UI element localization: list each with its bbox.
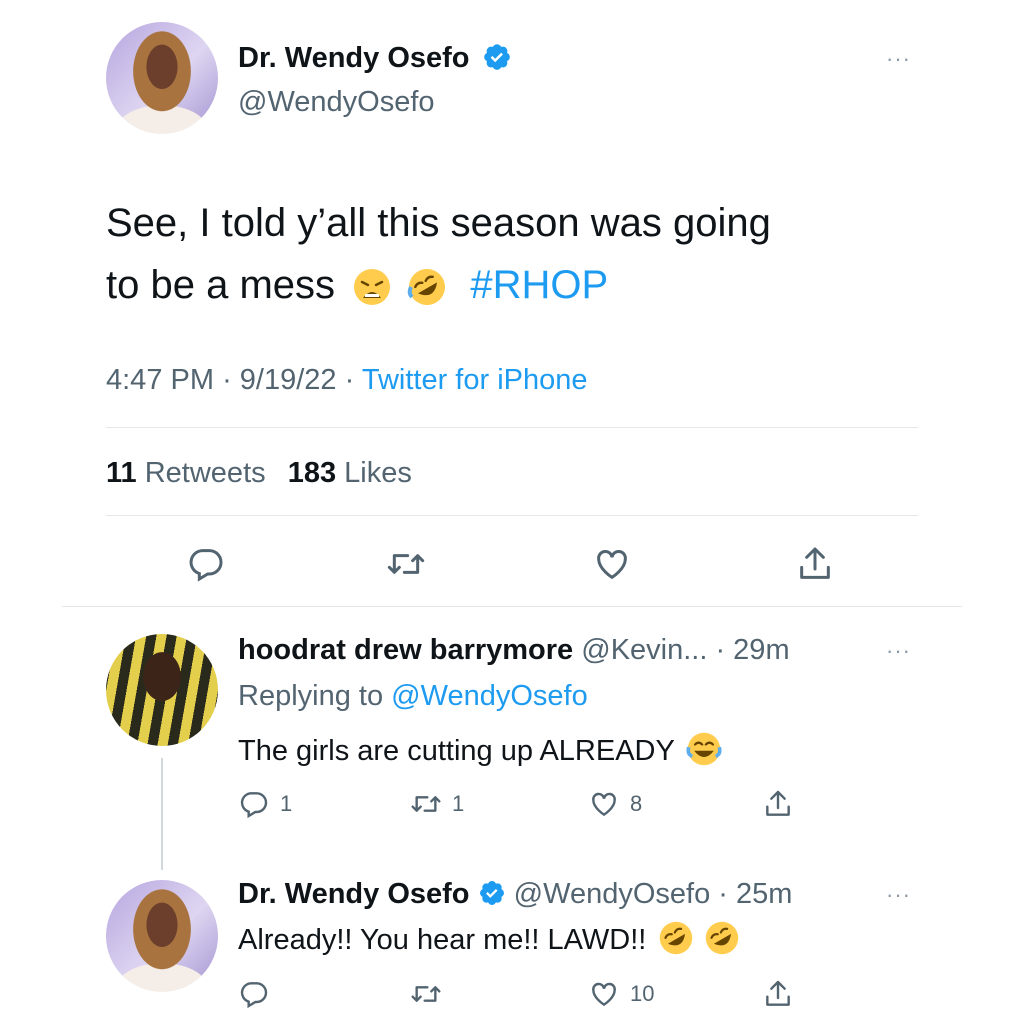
share-icon [766, 790, 790, 816]
reply-display-name[interactable]: Dr. Wendy Osefo [238, 878, 470, 910]
avatar[interactable] [106, 22, 218, 134]
retweet-button[interactable] [410, 978, 452, 1010]
weary-face-emoji [354, 269, 391, 306]
reply-text-content: The girls are cutting up ALREADY [238, 735, 675, 767]
reply-button[interactable]: 1 [238, 788, 292, 820]
like-icon [592, 982, 616, 1007]
more-icon[interactable]: ··· [886, 46, 911, 72]
reply-text: Already!! You hear me!! LAWD!! [238, 920, 740, 960]
tweet-text-line2: to be a mess #RHOP [106, 254, 926, 316]
retweet-icon [411, 796, 441, 812]
reply-text: The girls are cutting up ALREADY [238, 732, 722, 770]
rofl-emoji [408, 269, 446, 306]
tweet-text-line2-text: to be a mess [106, 263, 336, 307]
retweet-button[interactable]: 1 [410, 788, 464, 820]
retweets-count: 11 [106, 457, 137, 489]
like-icon [597, 550, 627, 580]
tweet-meta: 4:47 PM · 9/19/22 · Twitter for iPhone [106, 362, 588, 398]
meta-dot: · [222, 364, 232, 396]
avatar[interactable] [106, 634, 218, 746]
divider [106, 427, 918, 428]
retweets-stat[interactable]: 11 Retweets [106, 457, 266, 489]
reply-text-content: Already!! You hear me!! LAWD!! [238, 924, 647, 956]
like-button[interactable]: 8 [588, 788, 642, 820]
author-row: Dr. Wendy Osefo [238, 40, 512, 76]
tweet-date[interactable]: 9/19/22 [240, 364, 337, 396]
reply-button[interactable] [238, 978, 280, 1010]
likes-count: 183 [287, 457, 337, 489]
engagement-stats: 11 Retweets 183 Likes [106, 455, 412, 491]
reply-count: 1 [280, 791, 293, 816]
reply-icon [240, 982, 268, 1009]
share-button[interactable] [762, 788, 794, 820]
verified-badge-icon [479, 881, 504, 906]
reply-icon [189, 549, 223, 582]
display-name[interactable]: Dr. Wendy Osefo [238, 42, 470, 74]
like-icon [592, 792, 616, 817]
like-count: 10 [630, 981, 655, 1006]
like-button[interactable]: 10 [588, 978, 654, 1010]
hashtag-link[interactable]: #RHOP [470, 263, 608, 307]
tweet-source-link[interactable]: Twitter for iPhone [362, 364, 588, 396]
more-icon[interactable]: ··· [886, 638, 911, 664]
reply-handle[interactable]: @WendyOsefo [514, 878, 711, 910]
reply-button[interactable] [186, 544, 226, 584]
reply-icon [240, 792, 268, 819]
retweet-count: 1 [452, 791, 465, 816]
retweet-icon [387, 554, 425, 574]
like-count: 8 [630, 791, 643, 816]
divider [62, 606, 962, 607]
reply-time[interactable]: · 25m [718, 878, 792, 910]
verified-badge-icon [483, 44, 510, 71]
rofl-emoji [660, 922, 693, 955]
replying-to-prefix: Replying to [238, 680, 384, 712]
divider [106, 515, 918, 516]
tears-of-joy-emoji [686, 733, 722, 766]
share-icon [766, 980, 790, 1006]
reply-header: hoodrat drew barrymore @Kevin... · 29m [238, 632, 790, 668]
like-button[interactable] [592, 544, 632, 584]
reply-handle[interactable]: @Kevin... [581, 634, 707, 666]
reply-time[interactable]: · 29m [715, 634, 789, 666]
reply-header: Dr. Wendy Osefo @WendyOsefo · 25m [238, 876, 792, 912]
likes-label: Likes [344, 457, 412, 489]
rofl-emoji [706, 922, 739, 955]
tweet-text: See, I told y’all this season was going … [106, 192, 926, 316]
tweet-time[interactable]: 4:47 PM [106, 364, 214, 396]
thread-line [161, 758, 163, 870]
more-icon[interactable]: ··· [886, 882, 911, 908]
reply-display-name[interactable]: hoodrat drew barrymore [238, 634, 573, 666]
replying-to: Replying to @WendyOsefo [238, 678, 588, 714]
share-button[interactable] [762, 978, 794, 1010]
retweet-icon [411, 986, 441, 1002]
share-button[interactable] [795, 544, 835, 584]
retweet-button[interactable] [386, 544, 426, 584]
retweets-label: Retweets [144, 457, 266, 489]
likes-stat[interactable]: 183 Likes [288, 457, 412, 489]
replying-to-link[interactable]: @WendyOsefo [391, 680, 588, 712]
tweet-text-line1: See, I told y’all this season was going [106, 201, 771, 245]
share-icon [800, 547, 830, 579]
avatar[interactable] [106, 880, 218, 992]
meta-dot: · [344, 364, 355, 396]
handle[interactable]: @WendyOsefo [238, 84, 435, 120]
